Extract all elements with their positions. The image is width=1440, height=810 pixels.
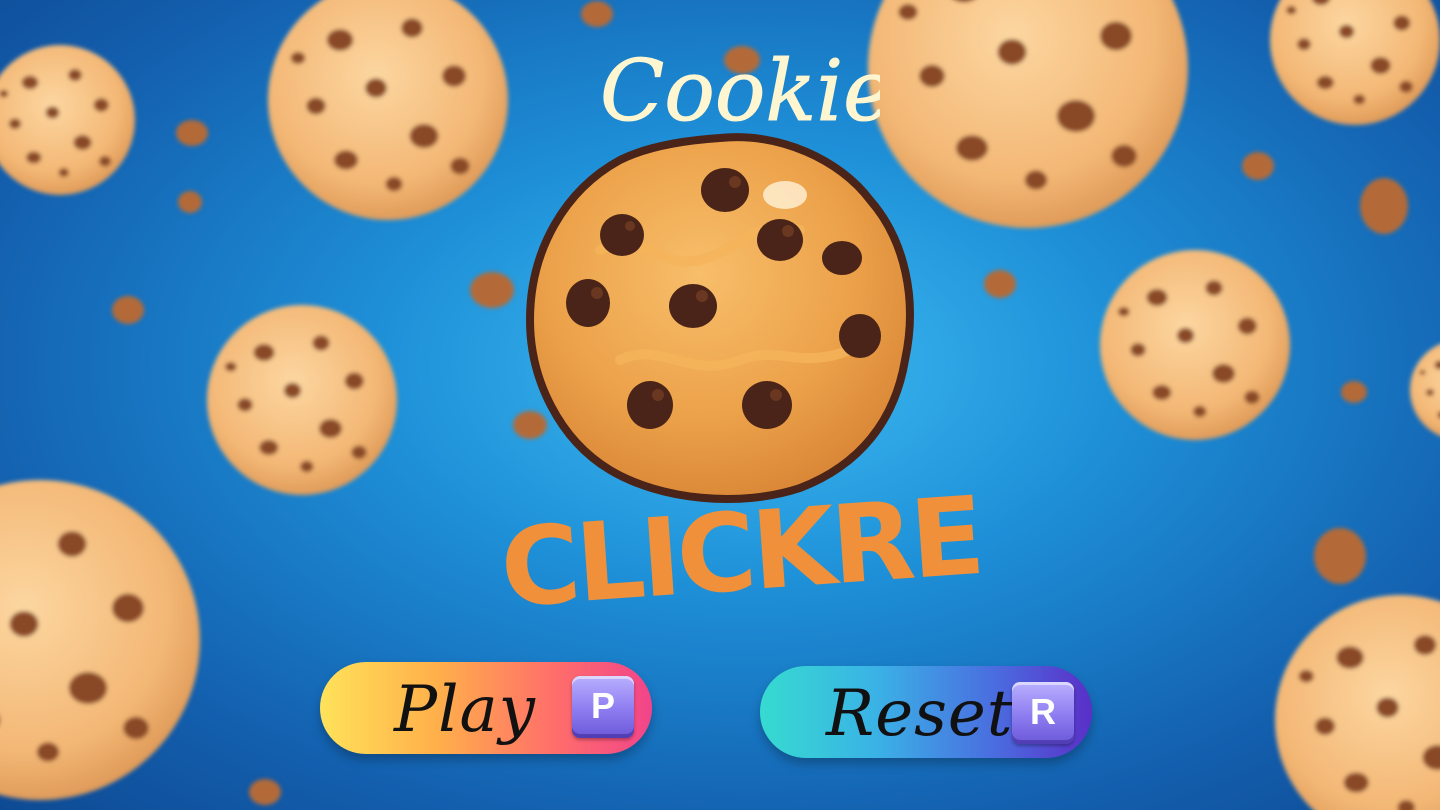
reset-button[interactable]: Reset R [760,666,1092,758]
title-cookie-text: Cookie [600,42,880,140]
bg-cookie [268,0,508,220]
reset-button-label: Reset [826,677,1014,751]
bg-cookie [1410,340,1440,440]
title-clickre-text: CLICKRE [497,474,985,630]
play-button-label: Play [394,673,536,747]
bg-cookie [0,480,200,800]
bg-cookie [0,45,135,195]
p-key-icon: P [572,676,634,738]
bg-cookie [207,305,397,495]
bg-cookie [1100,250,1290,440]
bg-cookie [1270,0,1440,125]
play-button[interactable]: Play P [320,662,652,754]
title-cookie: Cookie [600,42,881,141]
title-clickre: CLICKRE [497,474,985,630]
r-key-icon: R [1012,682,1074,744]
bg-cookie [868,0,1188,228]
bg-cookie [1275,595,1440,810]
